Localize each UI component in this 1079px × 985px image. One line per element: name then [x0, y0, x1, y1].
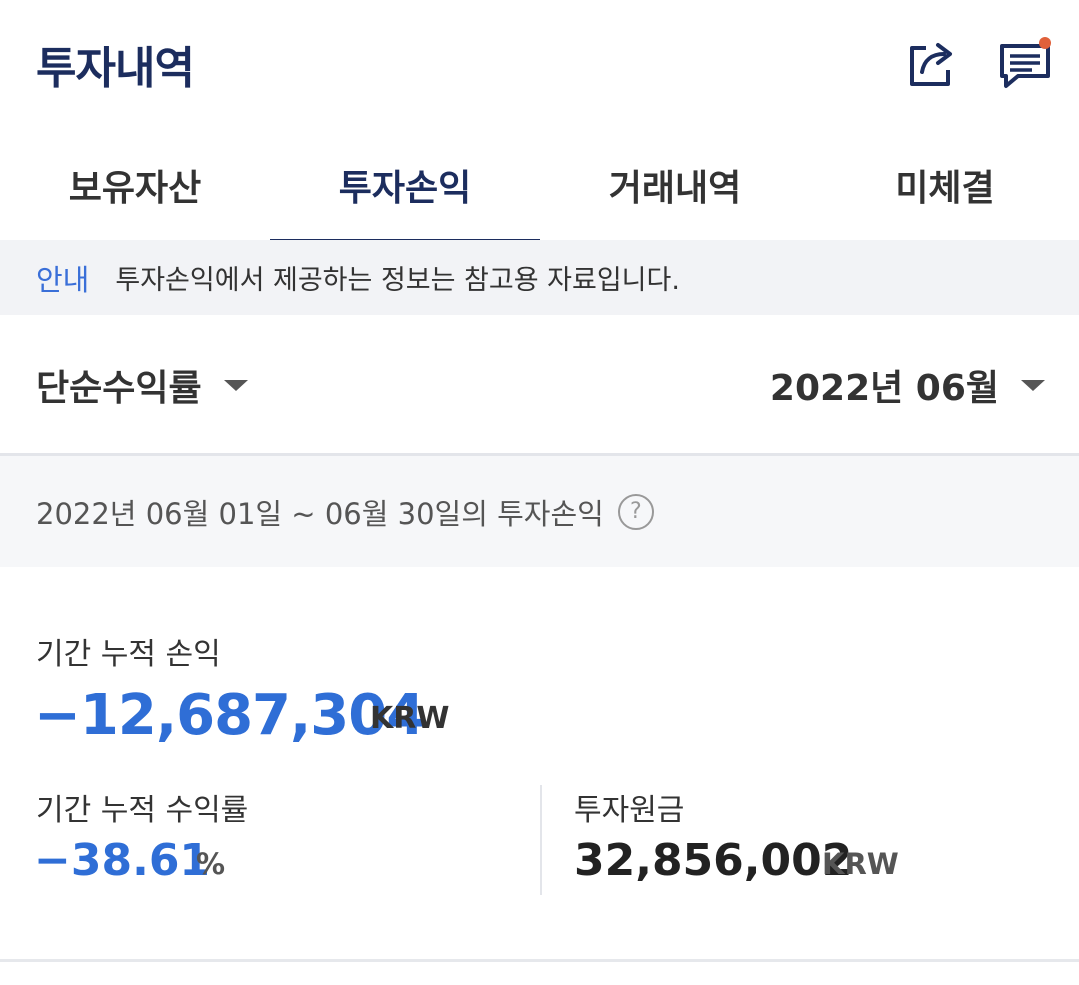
- principal-label: 투자원금: [574, 793, 685, 828]
- cum-pl-label: 기간 누적 손익: [36, 637, 221, 672]
- cum-return-unit: %: [196, 847, 226, 881]
- chevron-down-icon: [223, 379, 248, 391]
- summary-panel: 기간 누적 손익 −12,687,304 KRW 기간 누적 수익률 −38.6…: [0, 567, 1079, 959]
- share-icon[interactable]: [904, 36, 960, 92]
- page-title: 투자내역: [36, 43, 195, 94]
- notice-text: 투자손익에서 제공하는 정보는 참고용 자료입니다.: [115, 265, 680, 296]
- help-icon[interactable]: ?: [617, 493, 654, 530]
- cum-return-value: −38.61: [34, 835, 211, 886]
- filter-row: 단순수익률 2022년 06월: [0, 315, 1079, 456]
- tab-holdings[interactable]: 보유자산: [0, 130, 270, 240]
- period-band: 2022년 06월 01일 ~ 06월 30일의 투자손익 ?: [0, 456, 1079, 567]
- principal-unit: KRW: [822, 847, 899, 881]
- tab-bar: 보유자산 투자손익 거래내역 미체결: [0, 130, 1079, 243]
- month-label: 2022년 06월: [769, 368, 999, 409]
- divider: [540, 785, 542, 895]
- cum-pl-value: −12,687,304: [34, 683, 425, 748]
- return-type-dropdown[interactable]: 단순수익률: [36, 359, 248, 411]
- return-type-label: 단순수익률: [36, 368, 202, 409]
- chevron-down-icon: [1021, 379, 1045, 391]
- cum-pl-unit: KRW: [370, 701, 450, 736]
- month-dropdown[interactable]: 2022년 06월: [770, 359, 1045, 411]
- cum-return-label: 기간 누적 수익률: [36, 793, 249, 828]
- notice-tag: 안내: [36, 262, 90, 297]
- notification-dot: [1039, 37, 1051, 49]
- tab-transactions[interactable]: 거래내역: [540, 130, 810, 240]
- app-header: 투자내역: [0, 0, 1079, 130]
- notice-banner: 안내 투자손익에서 제공하는 정보는 참고용 자료입니다.: [0, 240, 1079, 315]
- divider: [0, 959, 1079, 962]
- tab-investment-pl[interactable]: 투자손익: [270, 130, 540, 243]
- tab-unfilled[interactable]: 미체결: [810, 130, 1079, 240]
- message-icon[interactable]: [998, 36, 1054, 92]
- principal-value: 32,856,002: [574, 835, 853, 886]
- period-text: 2022년 06월 01일 ~ 06월 30일의 투자손익: [36, 496, 604, 531]
